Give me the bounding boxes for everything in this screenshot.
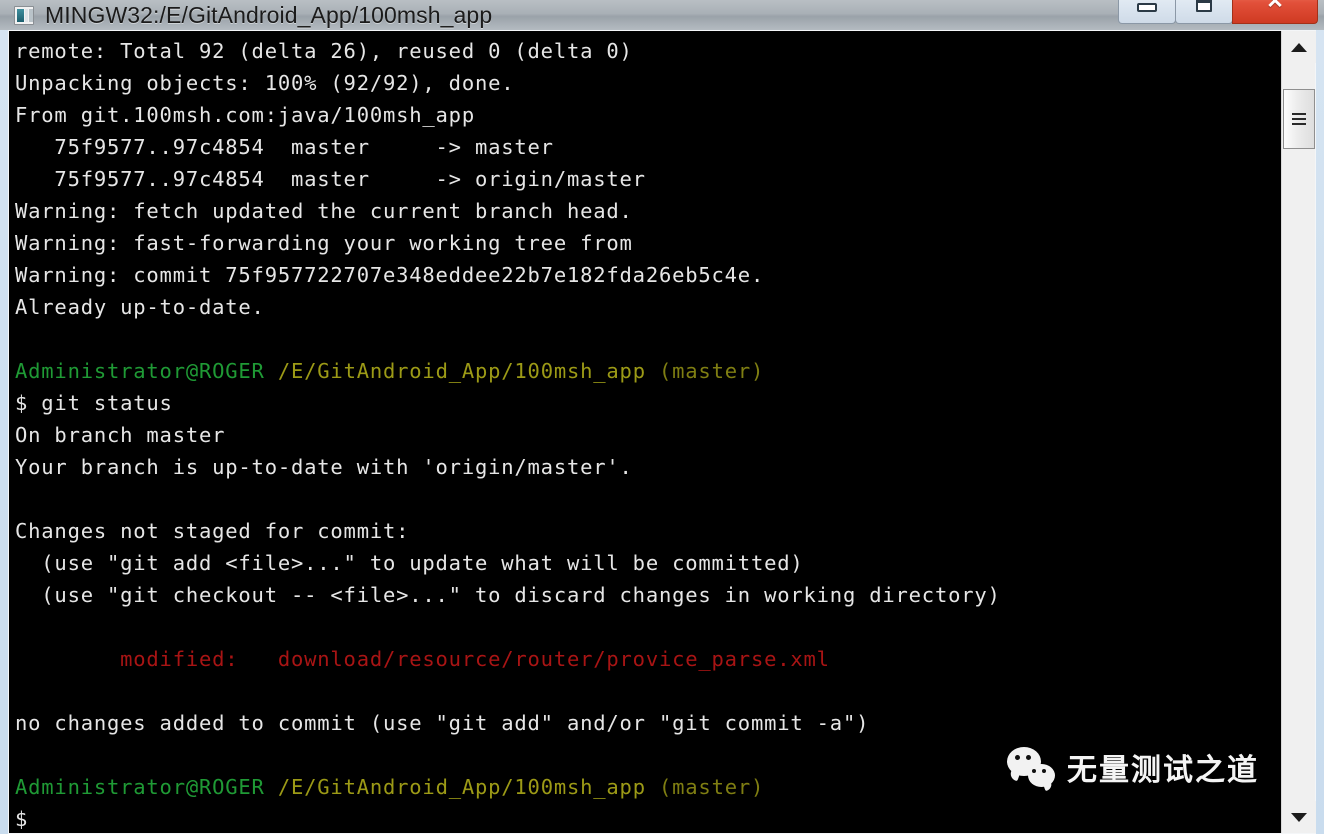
terminal-span: $ git status xyxy=(15,391,173,415)
terminal-line: Warning: commit 75f957722707e348eddee22b… xyxy=(15,259,1281,291)
maximize-button[interactable] xyxy=(1175,0,1233,24)
minimize-icon xyxy=(1137,3,1157,12)
chevron-down-icon xyxy=(1291,812,1307,822)
terminal-line: 75f9577..97c4854 master -> origin/master xyxy=(15,163,1281,195)
terminal-line: $ xyxy=(15,803,1281,833)
terminal-line: Already up-to-date. xyxy=(15,291,1281,323)
close-button[interactable]: ✕ xyxy=(1232,0,1318,24)
terminal-span: Unpacking objects: 100% (92/92), done. xyxy=(15,71,515,95)
terminal-line: $ git status xyxy=(15,387,1281,419)
terminal-span xyxy=(646,775,659,799)
window-titlebar[interactable]: MINGW32:/E/GitAndroid_App/100msh_app ✕ xyxy=(0,0,1324,30)
terminal-span: Already up-to-date. xyxy=(15,295,265,319)
scrollbar-thumb[interactable] xyxy=(1283,89,1315,149)
terminal-line: From git.100msh.com:java/100msh_app xyxy=(15,99,1281,131)
terminal-line: remote: Total 92 (delta 26), reused 0 (d… xyxy=(15,35,1281,67)
terminal-span: (master) xyxy=(659,775,765,799)
terminal-line: no changes added to commit (use "git add… xyxy=(15,707,1281,739)
maximize-icon xyxy=(1196,0,1212,12)
terminal-span: On branch master xyxy=(15,423,226,447)
terminal-line: Administrator@ROGER /E/GitAndroid_App/10… xyxy=(15,355,1281,387)
terminal-line: Unpacking objects: 100% (92/92), done. xyxy=(15,67,1281,99)
terminal-line: modified: download/resource/router/provi… xyxy=(15,643,1281,675)
terminal-line: Warning: fetch updated the current branc… xyxy=(15,195,1281,227)
terminal-span: /E/GitAndroid_App/100msh_app xyxy=(277,775,646,799)
terminal-line: 75f9577..97c4854 master -> master xyxy=(15,131,1281,163)
terminal-span: Administrator@ROGER xyxy=(15,359,265,383)
terminal-span: no changes added to commit (use "git add… xyxy=(15,711,870,735)
terminal-line: Your branch is up-to-date with 'origin/m… xyxy=(15,451,1281,483)
terminal-span xyxy=(265,775,278,799)
terminal-window: MINGW32:/E/GitAndroid_App/100msh_app ✕ r… xyxy=(0,0,1324,834)
scroll-up-button[interactable] xyxy=(1282,31,1316,63)
terminal-span: (master) xyxy=(659,359,765,383)
terminal-span: (use "git checkout -- <file>..." to disc… xyxy=(15,583,1001,607)
terminal-line: Warning: fast-forwarding your working tr… xyxy=(15,227,1281,259)
window-controls: ✕ xyxy=(1118,0,1318,24)
terminal-span: Changes not staged for commit: xyxy=(15,519,410,543)
terminal-span: remote: Total 92 (delta 26), reused 0 (d… xyxy=(15,39,633,63)
window-title: MINGW32:/E/GitAndroid_App/100msh_app xyxy=(45,1,493,28)
terminal-span xyxy=(646,359,659,383)
grip-icon xyxy=(1292,110,1306,128)
terminal-span: Warning: fast-forwarding your working tr… xyxy=(15,231,633,255)
terminal-span: modified: download/resource/router/provi… xyxy=(15,647,830,671)
terminal-line: Administrator@ROGER /E/GitAndroid_App/10… xyxy=(15,771,1281,803)
terminal-span: (use "git add <file>..." to update what … xyxy=(15,551,804,575)
terminal-span: $ xyxy=(15,807,29,831)
vertical-scrollbar[interactable] xyxy=(1281,31,1316,833)
terminal-span: Warning: commit 75f957722707e348eddee22b… xyxy=(15,263,765,287)
terminal-line: Changes not staged for commit: xyxy=(15,515,1281,547)
terminal-span: Administrator@ROGER xyxy=(15,775,265,799)
terminal-span: 75f9577..97c4854 master -> master xyxy=(15,135,554,159)
terminal-line: (use "git add <file>..." to update what … xyxy=(15,547,1281,579)
terminal-text: remote: Total 92 (delta 26), reused 0 (d… xyxy=(15,35,1281,833)
terminal-span: 75f9577..97c4854 master -> origin/master xyxy=(15,167,646,191)
scroll-down-button[interactable] xyxy=(1282,801,1316,833)
minimize-button[interactable] xyxy=(1118,0,1176,24)
terminal-span: /E/GitAndroid_App/100msh_app xyxy=(277,359,646,383)
terminal-output-area[interactable]: remote: Total 92 (delta 26), reused 0 (d… xyxy=(9,31,1281,833)
terminal-span xyxy=(265,359,278,383)
close-icon: ✕ xyxy=(1266,0,1284,13)
terminal-line: On branch master xyxy=(15,419,1281,451)
terminal-span: Your branch is up-to-date with 'origin/m… xyxy=(15,455,633,479)
chevron-up-icon xyxy=(1291,42,1307,52)
terminal-span: Warning: fetch updated the current branc… xyxy=(15,199,633,223)
terminal-span: From git.100msh.com:java/100msh_app xyxy=(15,103,475,127)
terminal-line: (use "git checkout -- <file>..." to disc… xyxy=(15,579,1281,611)
console-frame: remote: Total 92 (delta 26), reused 0 (d… xyxy=(8,30,1316,834)
terminal-icon xyxy=(14,5,34,25)
